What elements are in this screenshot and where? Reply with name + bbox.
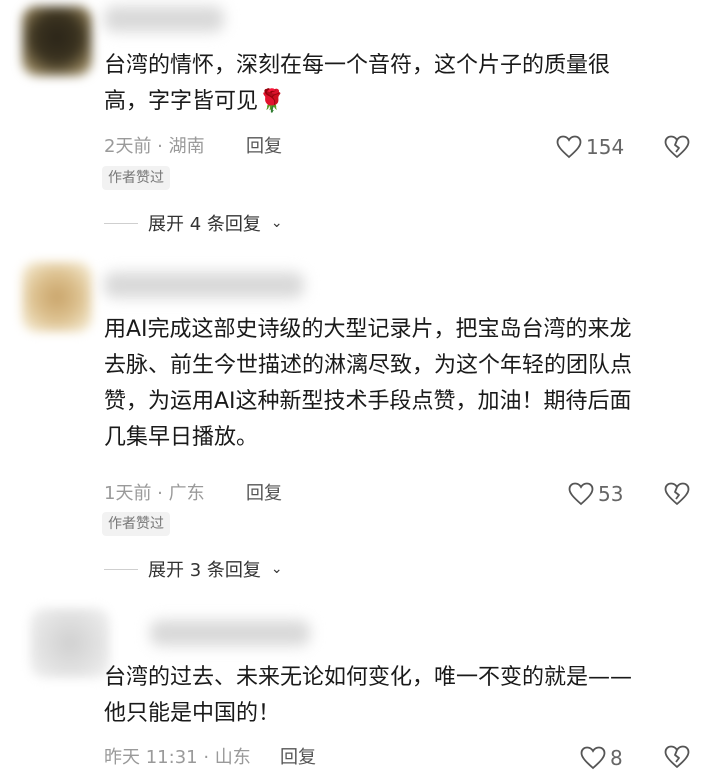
like-button[interactable]: 154 bbox=[556, 132, 624, 162]
expand-replies-button[interactable]: 展开 4 条回复 ⌄ bbox=[104, 208, 283, 238]
heart-outline-icon bbox=[556, 135, 582, 159]
expand-replies-button[interactable]: 展开 3 条回复 ⌄ bbox=[104, 554, 283, 584]
like-button[interactable]: 8 bbox=[580, 743, 623, 773]
heart-outline-icon bbox=[568, 482, 594, 506]
dislike-button[interactable] bbox=[664, 135, 690, 165]
comment-time-location: 昨天 11:31 · 山东 bbox=[104, 747, 251, 768]
like-count: 154 bbox=[586, 135, 625, 159]
username-blurred[interactable] bbox=[104, 272, 304, 298]
broken-heart-icon bbox=[664, 482, 690, 506]
avatar[interactable] bbox=[30, 608, 110, 678]
username-blurred[interactable] bbox=[104, 6, 224, 32]
author-liked-badge: 作者赞过 bbox=[102, 512, 170, 536]
comment-time-location: 2天前 · 湖南 bbox=[104, 136, 205, 157]
reply-button[interactable]: 回复 bbox=[280, 744, 316, 772]
heart-outline-icon bbox=[580, 746, 606, 770]
rose-emoji-icon: 🌹 bbox=[258, 89, 286, 114]
reply-button[interactable]: 回复 bbox=[246, 133, 282, 161]
comment-time-location: 1天前 · 广东 bbox=[104, 483, 205, 504]
expand-divider bbox=[104, 222, 138, 224]
comment-body: 台湾的情怀，深刻在每一个音符，这个片子的质量很 高，字字皆可见 bbox=[104, 53, 611, 114]
reply-button[interactable]: 回复 bbox=[246, 480, 282, 508]
comment-text: 用AI完成这部史诗级的大型记录片，把宝岛台湾的来龙 去脉、前生今世描述的淋漓尽致… bbox=[104, 317, 633, 450]
avatar[interactable] bbox=[22, 6, 92, 76]
expand-label: 展开 3 条回复 bbox=[148, 560, 261, 581]
comment-text: 台湾的过去、未来无论如何变化，唯一不变的就是—— 他只能是中国的！ bbox=[104, 665, 633, 726]
chevron-down-icon: ⌄ bbox=[270, 215, 283, 231]
broken-heart-icon bbox=[664, 745, 690, 769]
expand-divider bbox=[104, 568, 138, 570]
like-count: 8 bbox=[610, 746, 623, 770]
like-count: 53 bbox=[598, 482, 624, 506]
author-liked-badge: 作者赞过 bbox=[102, 166, 170, 190]
avatar[interactable] bbox=[22, 262, 92, 332]
expand-label: 展开 4 条回复 bbox=[148, 214, 261, 235]
dislike-button[interactable] bbox=[664, 745, 690, 775]
comment-text: 台湾的情怀，深刻在每一个音符，这个片子的质量很 高，字字皆可见🌹 bbox=[104, 48, 694, 120]
username-blurred[interactable] bbox=[150, 620, 310, 646]
broken-heart-icon bbox=[664, 135, 690, 159]
dislike-button[interactable] bbox=[664, 482, 690, 512]
chevron-down-icon: ⌄ bbox=[270, 561, 283, 577]
like-button[interactable]: 53 bbox=[568, 479, 623, 509]
